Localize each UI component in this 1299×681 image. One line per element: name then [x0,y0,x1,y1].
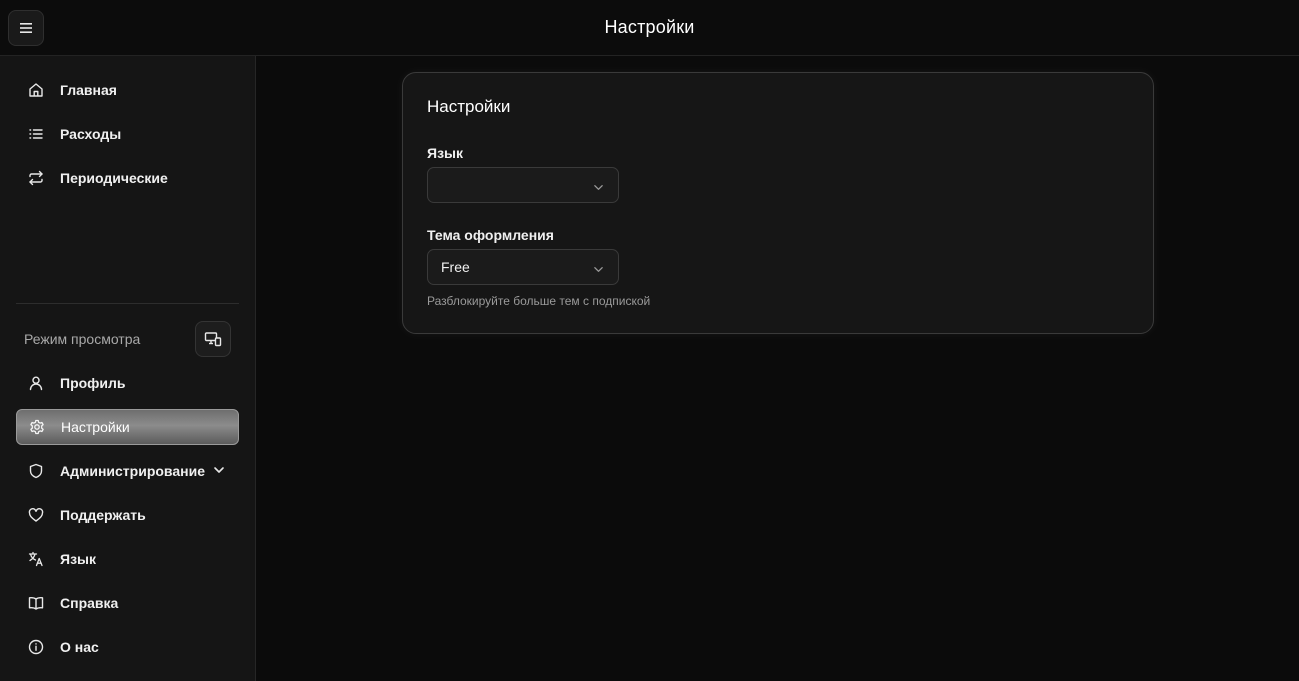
sidebar-item-settings[interactable]: Настройки [16,409,239,445]
chevron-down-icon [593,180,604,196]
sidebar-item-label: Профиль [60,375,126,391]
view-mode-label: Режим просмотра [24,331,141,347]
chevron-down-icon[interactable] [213,463,225,479]
theme-select-value: Free [441,259,470,275]
device-toggle-icon [204,332,222,347]
theme-hint: Разблокируйте больше тем с подпиской [427,294,651,308]
sidebar-item-home[interactable]: Главная [16,72,239,108]
sidebar-divider [16,303,239,304]
heart-icon [28,507,44,523]
shield-icon [28,463,44,479]
sidebar-item-language[interactable]: Язык [16,541,239,577]
language-label: Язык [427,145,463,161]
sidebar-item-label: О нас [60,639,99,655]
list-icon [28,126,44,142]
sidebar: Главная Расходы Периодические Режим прос… [0,56,256,681]
sidebar-item-recurring[interactable]: Периодические [16,160,239,196]
sidebar-item-label: Поддержать [60,507,146,523]
view-mode-button[interactable] [195,321,231,357]
language-select[interactable] [427,167,619,203]
sidebar-item-help[interactable]: Справка [16,585,239,621]
gear-icon [29,419,45,435]
sidebar-item-label: Язык [60,551,96,567]
sidebar-item-label: Администрирование [60,463,205,479]
sidebar-item-label: Настройки [61,419,130,435]
card-title: Настройки [427,97,511,116]
sidebar-item-label: Периодические [60,170,168,186]
sidebar-item-label: Главная [60,82,117,98]
repeat-icon [28,170,44,186]
translate-icon [28,551,44,567]
sidebar-item-profile[interactable]: Профиль [16,365,239,401]
user-icon [28,375,44,391]
sidebar-item-about[interactable]: О нас [16,629,239,665]
page-title: Настройки [604,17,695,37]
theme-label: Тема оформления [427,227,554,243]
sidebar-item-label: Расходы [60,126,122,142]
sidebar-item-administration[interactable]: Администрирование [16,453,239,489]
top-bar: Настройки [0,0,1299,56]
sidebar-item-expenses[interactable]: Расходы [16,116,239,152]
sidebar-item-label: Справка [60,595,119,611]
settings-card: Настройки Язык Тема оформления Free Разб… [402,72,1154,334]
home-icon [28,82,44,98]
theme-select[interactable]: Free [427,249,619,285]
chevron-down-icon [593,262,604,278]
sidebar-item-support[interactable]: Поддержать [16,497,239,533]
info-icon [28,639,44,655]
book-icon [28,595,44,611]
